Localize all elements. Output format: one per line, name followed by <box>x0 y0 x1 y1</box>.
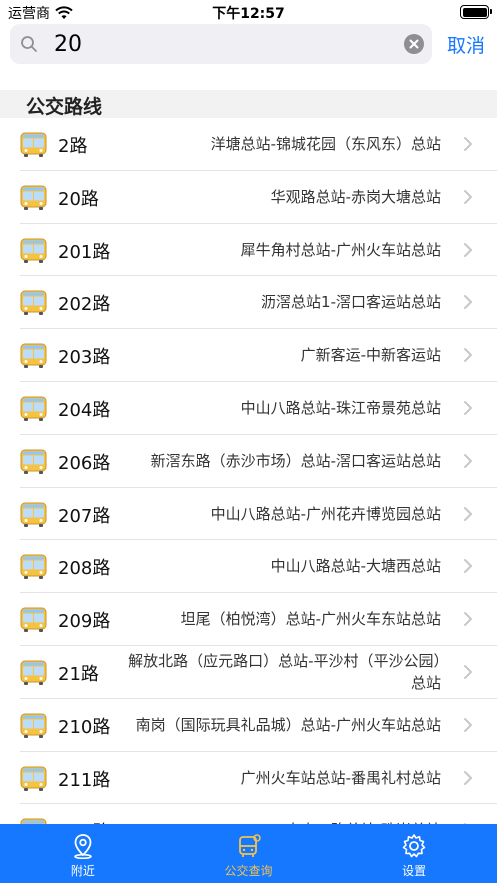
route-description: 广州火车站总站-番禺礼村总站 <box>240 768 441 787</box>
route-description: 中山八路总站-珠岗总站 <box>121 804 441 824</box>
chevron-right-icon <box>464 506 472 521</box>
bus-search-icon <box>238 834 261 857</box>
route-row[interactable]: 207路 中山八路总站-广州花卉博览园总站 <box>0 488 497 541</box>
bus-icon <box>20 396 47 421</box>
bus-icon <box>20 132 47 157</box>
route-row[interactable]: 211路 广州火车站总站-番禺礼村总站 <box>0 752 497 805</box>
chevron-right-icon <box>464 189 472 204</box>
route-row[interactable]: 2路 洋塘总站-锦城花园（东风东）总站 <box>0 118 497 171</box>
route-description: 中山八路总站-珠江帝景苑总站 <box>240 398 441 417</box>
status-time: 下午12:57 <box>212 6 285 22</box>
clear-search-button[interactable] <box>404 34 424 54</box>
tab-bar: 附近 公交查询 设置 <box>0 824 497 883</box>
route-description: 南岗（国际玩具礼品城）总站-广州火车站总站 <box>135 715 441 734</box>
route-description: 中山八路总站-广州花卉博览园总站 <box>210 504 441 523</box>
route-row[interactable]: 20路 华观路总站-赤岗大塘总站 <box>0 171 497 224</box>
section-header: 公交路线 <box>0 90 497 118</box>
route-row[interactable]: 203路 广新客运-中新客运站 <box>0 329 497 382</box>
chevron-right-icon <box>464 242 472 257</box>
route-description: 广新客运-中新客运站 <box>300 346 441 365</box>
route-row[interactable]: 204路 中山八路总站-珠江帝景苑总站 <box>0 382 497 435</box>
tab-nearby[interactable]: 附近 <box>0 824 166 883</box>
route-list[interactable]: 2路 洋塘总站-锦城花园（东风东）总站 20路 华观路总站-赤岗大塘总站 201… <box>0 118 497 824</box>
route-row[interactable]: 201路 犀牛角村总站-广州火车站总站 <box>0 224 497 277</box>
chevron-right-icon <box>464 348 472 363</box>
route-description: 新滘东路（赤沙市场）总站-滘口客运站总站 <box>150 451 441 470</box>
route-row[interactable]: 208路 中山八路总站-大塘西总站 <box>0 540 497 593</box>
bus-icon <box>20 713 47 738</box>
location-pin-icon <box>74 834 92 860</box>
route-name: 211路 <box>58 769 111 791</box>
route-description: 洋塘总站-锦城花园（东风东）总站 <box>210 135 441 153</box>
tab-bus-search[interactable]: 公交查询 <box>166 824 332 883</box>
route-description: 中山八路总站-大塘西总站 <box>270 557 441 576</box>
close-icon <box>409 39 419 49</box>
chevron-right-icon <box>464 453 472 468</box>
route-name: 209路 <box>58 611 111 633</box>
search-input[interactable] <box>54 29 394 59</box>
route-name: 210路 <box>58 716 111 738</box>
cancel-button[interactable]: 取消 <box>447 31 485 58</box>
bus-icon <box>20 502 47 527</box>
search-box[interactable] <box>10 24 432 64</box>
tab-bus-search-label: 公交查询 <box>224 864 273 878</box>
route-name: 201路 <box>58 241 111 263</box>
route-name: 207路 <box>58 505 111 527</box>
route-row[interactable]: 21路 解放北路（应元路口）总站-平沙村（平沙公园）总站 <box>0 646 497 699</box>
route-row[interactable]: 209路 坦尾（柏悦湾）总站-广州火车东站总站 <box>0 593 497 646</box>
route-name: 20路 <box>58 188 99 210</box>
chevron-right-icon <box>464 400 472 415</box>
route-name: 21路 <box>58 663 99 685</box>
route-name: 206路 <box>58 452 111 474</box>
route-row[interactable]: 210路 南岗（国际玩具礼品城）总站-广州火车站总站 <box>0 699 497 752</box>
chevron-right-icon <box>464 664 472 679</box>
bus-icon <box>20 343 47 369</box>
route-name: 203路 <box>58 347 111 369</box>
route-row[interactable]: 206路 新滘东路（赤沙市场）总站-滘口客运站总站 <box>0 435 497 488</box>
bus-icon <box>20 607 47 633</box>
route-description: 华观路总站-赤岗大塘总站 <box>270 187 441 206</box>
bus-icon <box>20 766 47 791</box>
route-name: 2路 <box>58 136 88 157</box>
tab-nearby-label: 附近 <box>70 864 95 878</box>
bus-icon <box>20 290 47 316</box>
chevron-right-icon <box>464 717 472 732</box>
route-description: 坦尾（柏悦湾）总站-广州火车东站总站 <box>180 610 441 629</box>
route-description: 犀牛角村总站-广州火车站总站 <box>240 240 441 259</box>
route-name: 208路 <box>58 558 111 580</box>
bus-icon <box>20 554 47 580</box>
route-name: 204路 <box>58 399 111 421</box>
tab-settings-label: 设置 <box>402 864 427 878</box>
tab-settings[interactable]: 设置 <box>331 824 497 883</box>
section-title: 公交路线 <box>26 96 103 118</box>
chevron-right-icon <box>464 559 472 574</box>
status-bar: 运营商 下午12:57 <box>0 0 497 24</box>
chevron-right-icon <box>464 295 472 310</box>
bus-icon <box>20 238 47 263</box>
search-area: 取消 <box>0 24 497 70</box>
bus-icon <box>20 185 47 210</box>
bus-icon <box>20 449 47 474</box>
search-icon <box>21 36 37 52</box>
battery-icon <box>460 5 492 19</box>
chevron-right-icon <box>464 137 472 151</box>
route-row[interactable]: 212路 中山八路总站-珠岗总站 <box>0 804 497 824</box>
route-description: 解放北路（应元路口）总站-平沙村（平沙公园）总站 <box>128 651 441 692</box>
bus-icon <box>20 660 47 685</box>
chevron-right-icon <box>464 770 472 785</box>
route-row[interactable]: 202路 沥滘总站1-滘口客运站总站 <box>0 276 497 329</box>
route-name: 202路 <box>58 294 111 316</box>
chevron-right-icon <box>464 612 472 627</box>
route-description: 沥滘总站1-滘口客运站总站 <box>261 293 441 312</box>
gear-icon <box>402 834 426 858</box>
